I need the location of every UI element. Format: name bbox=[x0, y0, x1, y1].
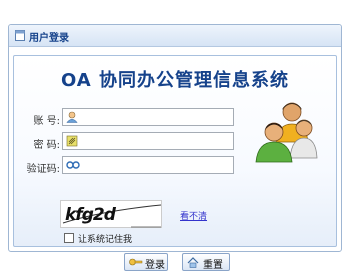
login-button-label: 登录 bbox=[145, 260, 165, 271]
home-icon bbox=[187, 257, 199, 268]
password-field[interactable] bbox=[62, 132, 234, 150]
username-field[interactable] bbox=[62, 108, 234, 126]
remember-label: 让系统记住我 bbox=[78, 235, 133, 245]
captcha-image[interactable]: kfg2d bbox=[60, 200, 162, 228]
refresh-captcha-link[interactable]: 看不清 bbox=[180, 209, 207, 222]
reset-button[interactable]: 重置 bbox=[182, 253, 230, 271]
users-group-icon bbox=[255, 102, 318, 163]
system-title: OA 协同办公管理信息系统 bbox=[60, 70, 289, 91]
reset-button-label: 重置 bbox=[203, 260, 223, 271]
username-label: 账 号: bbox=[33, 116, 60, 127]
captcha-text: kfg2d bbox=[65, 205, 116, 225]
panel-title: 用户登录 bbox=[29, 33, 69, 44]
key-icon bbox=[66, 135, 78, 147]
captcha-label: 验证码: bbox=[26, 164, 60, 175]
remember-checkbox[interactable] bbox=[64, 233, 74, 243]
captcha-field[interactable] bbox=[62, 156, 234, 174]
panel-header: 用户登录 bbox=[9, 25, 341, 47]
password-label: 密 码: bbox=[33, 140, 60, 151]
login-button[interactable]: 登录 bbox=[124, 253, 168, 271]
user-icon bbox=[66, 111, 78, 123]
window-icon bbox=[15, 30, 25, 41]
key-icon bbox=[129, 258, 143, 266]
link-icon bbox=[66, 161, 80, 169]
